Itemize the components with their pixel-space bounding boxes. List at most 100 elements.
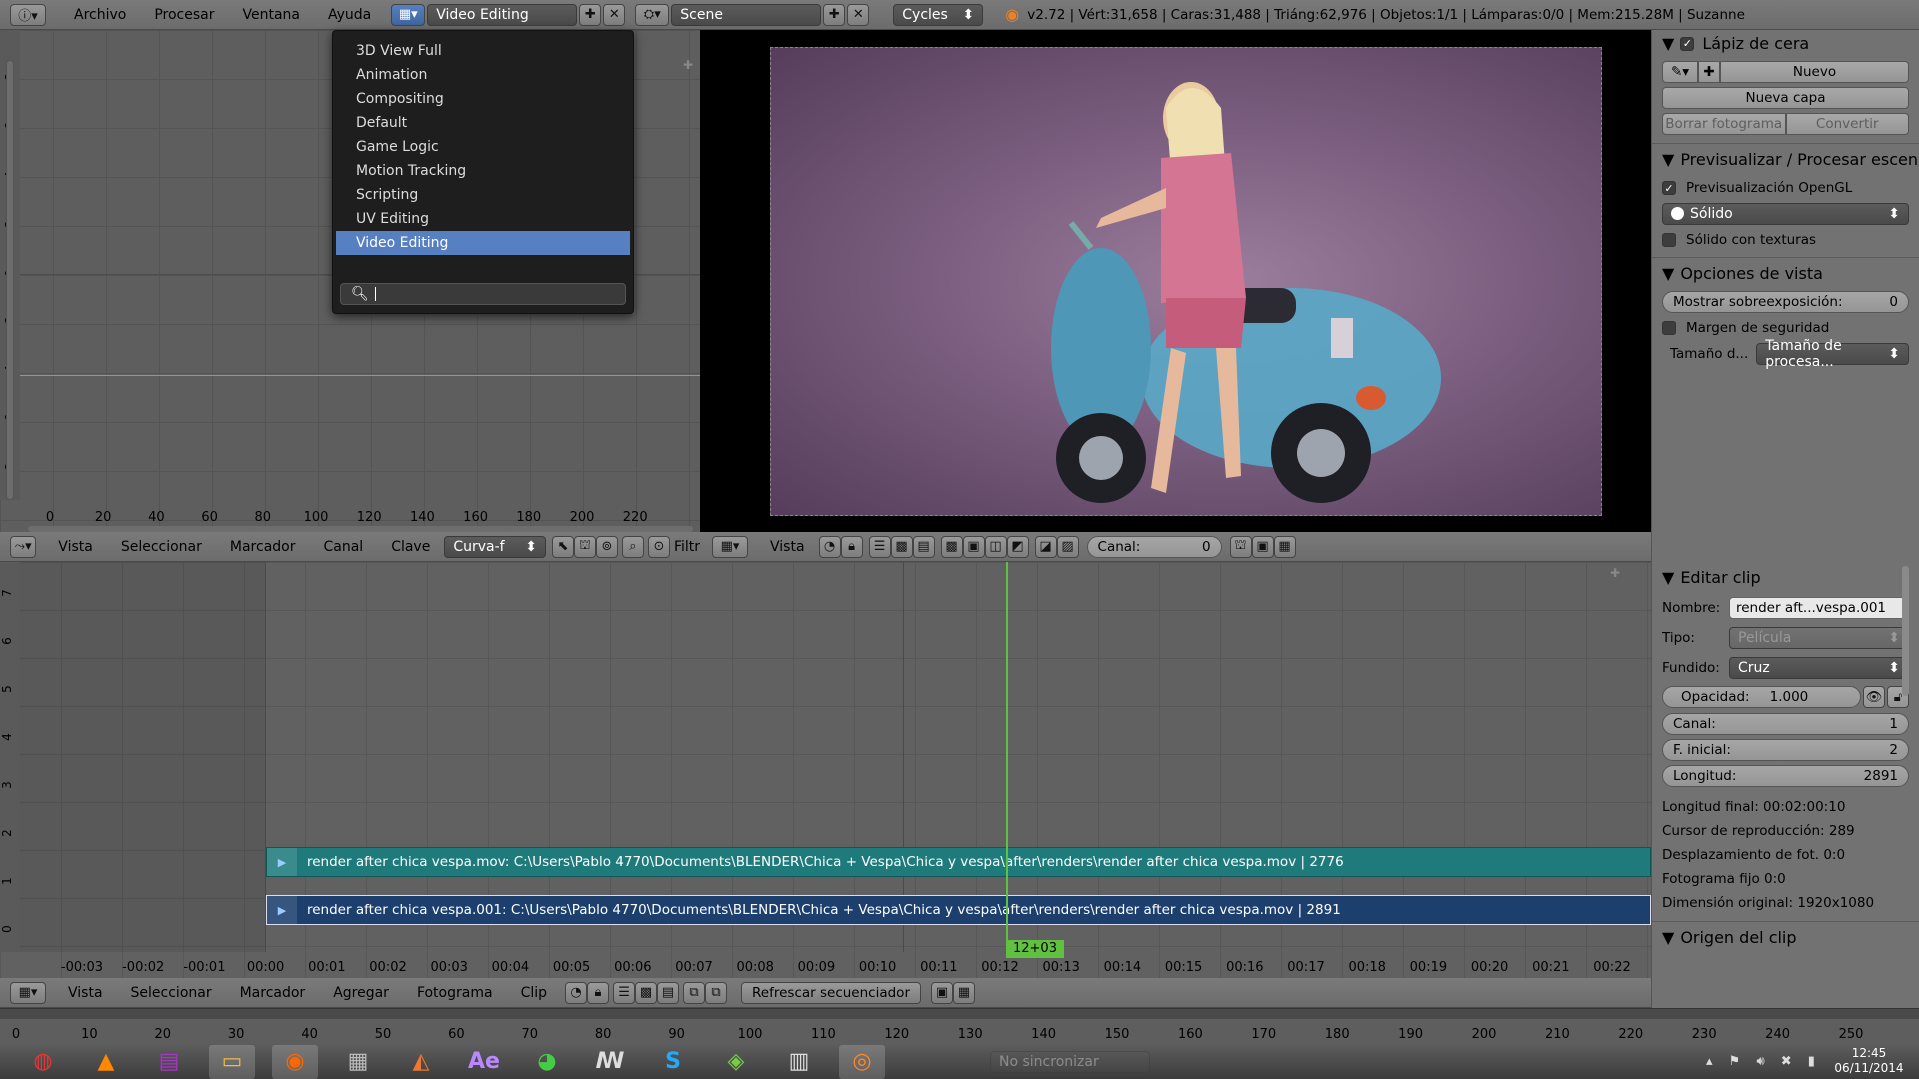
- screen-layout-field[interactable]: Video Editing: [427, 3, 578, 26]
- refresh-sequencer-button[interactable]: Refrescar secuenciador: [741, 981, 922, 1004]
- blender-app-icon[interactable]: ◎: [839, 1044, 885, 1079]
- strip-channel-field[interactable]: Canal: 1: [1662, 713, 1909, 735]
- proxy-size-select[interactable]: Tamaño de procesa... ⬍: [1756, 338, 1909, 370]
- grease-new-button[interactable]: Nuevo: [1720, 61, 1909, 83]
- split-icon[interactable]: ▤: [912, 535, 935, 558]
- strip-start-field[interactable]: F. inicial: 2: [1662, 739, 1909, 761]
- chrome-app-icon[interactable]: ◍: [20, 1045, 66, 1079]
- overlay-icon[interactable]: ◔: [818, 535, 841, 558]
- menu-procesar[interactable]: Procesar: [140, 7, 228, 23]
- textured-solid-checkbox[interactable]: [1662, 233, 1676, 247]
- ghost-icon[interactable]: ⛫: [573, 535, 596, 558]
- opacity-field[interactable]: Opacidad: 1.000: [1662, 686, 1861, 708]
- strip-name-input[interactable]: render aft...vespa.001: [1729, 597, 1909, 619]
- seq-split-icon[interactable]: ▤: [657, 981, 680, 1004]
- layout-option[interactable]: Motion Tracking: [336, 159, 630, 183]
- layout-option[interactable]: Compositing: [336, 87, 630, 111]
- filter-label[interactable]: Filtr: [674, 539, 700, 555]
- zoom-icon[interactable]: ⌕: [621, 535, 644, 558]
- explorer-app-icon[interactable]: ▭: [209, 1044, 255, 1079]
- layout-option[interactable]: Animation: [336, 63, 630, 87]
- display-channels-icon[interactable]: ▩: [940, 535, 963, 558]
- graph-menu-clave[interactable]: Clave: [377, 539, 444, 555]
- area-split-plus-icon[interactable]: ✚: [681, 58, 695, 72]
- scene-field[interactable]: Scene: [671, 3, 822, 26]
- matlab-app-icon[interactable]: ◭: [398, 1045, 444, 1079]
- graph-scrollbar-v[interactable]: [6, 60, 14, 500]
- layout-option[interactable]: Game Logic: [336, 135, 630, 159]
- sequencer-strip[interactable]: ▶ render after chica vespa.001: C:\Users\…: [266, 895, 1651, 925]
- add-scene-button[interactable]: ✚: [823, 3, 846, 26]
- channels-icon[interactable]: ▨: [1056, 535, 1079, 558]
- layout-option[interactable]: Video Editing: [336, 231, 630, 255]
- graph-editor-type-button[interactable]: ⤳▾: [10, 535, 37, 558]
- sequencer-area[interactable]: 7 6 5 4 3 2 1 0 ▶ render after chica vespa.mov: …: [0, 562, 1651, 978]
- view-mode-icon[interactable]: ☰: [868, 535, 891, 558]
- layout-option[interactable]: Default: [336, 111, 630, 135]
- overexposure-field[interactable]: Mostrar sobreexposición: 0: [1662, 291, 1909, 313]
- clock[interactable]: 12:45 06/11/2014: [1824, 1046, 1914, 1076]
- seq-menu-seleccionar[interactable]: Seleccionar: [117, 985, 226, 1001]
- remove-screen-button[interactable]: ✕: [603, 3, 626, 26]
- strip-source-header[interactable]: ▼ Origen del clip: [1652, 922, 1919, 953]
- canal-field[interactable]: Canal: 0: [1086, 535, 1222, 558]
- seq-menu-clip[interactable]: Clip: [507, 985, 561, 1001]
- shading-select[interactable]: Sólido ⬍: [1662, 203, 1909, 225]
- render-engine-select[interactable]: Cycles ⬍: [893, 3, 984, 26]
- pencil-icon-button[interactable]: ✎▾: [1662, 61, 1698, 83]
- render-anim-icon[interactable]: ▦: [953, 981, 976, 1004]
- add-screen-button[interactable]: ✚: [579, 3, 602, 26]
- paste-icon[interactable]: ⧉: [705, 981, 728, 1004]
- overlay-icon[interactable]: ◔: [565, 981, 588, 1004]
- seq-menu-agregar[interactable]: Agregar: [319, 985, 403, 1001]
- alpha-icon[interactable]: ◫: [984, 535, 1007, 558]
- pivot-icon[interactable]: ⊚: [595, 535, 618, 558]
- sequencer-strip[interactable]: ▶ render after chica vespa.mov: C:\Users\…: [266, 847, 1651, 877]
- sync-mode-select[interactable]: No sincronizar: [990, 1050, 1150, 1073]
- convert-button[interactable]: Convertir: [1785, 113, 1909, 135]
- lock-icon[interactable]: 🔒︎: [587, 981, 610, 1004]
- android-app-icon[interactable]: ◈: [713, 1045, 759, 1079]
- bear-app-icon[interactable]: ꟿ: [587, 1045, 633, 1079]
- sequencer-editor-type-button[interactable]: ▦▾: [10, 981, 46, 1004]
- preview-editor-type-button[interactable]: ▦▾: [712, 535, 748, 558]
- seq-menu-marcador[interactable]: Marcador: [226, 985, 320, 1001]
- menu-ayuda[interactable]: Ayuda: [314, 7, 385, 23]
- copy-icon[interactable]: ⧉: [683, 981, 706, 1004]
- scene-icon-button[interactable]: ⛭▾: [635, 3, 670, 26]
- skype-app-icon[interactable]: S: [650, 1045, 696, 1079]
- textured-solid-row[interactable]: Sólido con texturas: [1652, 227, 1919, 253]
- playhead-line[interactable]: [1006, 562, 1008, 950]
- menu-archivo[interactable]: Archivo: [60, 7, 140, 23]
- info-editor-type-button[interactable]: ⓘ▾: [10, 3, 46, 26]
- screen-layout-icon-button[interactable]: ▦▾: [391, 3, 426, 26]
- opengl-preview-row[interactable]: ✓ Previsualización OpenGL: [1652, 175, 1919, 201]
- seq-menu-fotograma[interactable]: Fotograma: [403, 985, 507, 1001]
- film-app-icon[interactable]: ▦: [335, 1045, 381, 1079]
- timeline-area[interactable]: 0 10 20 30 40 50 60 70 80 90 100 110 120 130 140 150 160…: [0, 1008, 1919, 1044]
- grease-pencil-header[interactable]: ▼ ✓ Lápiz de cera: [1652, 30, 1919, 59]
- graph-mode-select[interactable]: Curva-f ⬍: [444, 535, 546, 558]
- firefox-app-icon[interactable]: ◉: [272, 1044, 318, 1079]
- sequencer-preview-area[interactable]: [700, 30, 1651, 532]
- grease-enable-checkbox[interactable]: ✓: [1680, 36, 1695, 51]
- visibility-eye-icon[interactable]: 👁︎: [1863, 686, 1885, 708]
- layout-search-field[interactable]: 🔍︎: [340, 283, 626, 305]
- graph-menu-vista[interactable]: Vista: [44, 539, 107, 555]
- graph-menu-marcador[interactable]: Marcador: [216, 539, 310, 555]
- opengl-checkbox[interactable]: ✓: [1662, 181, 1676, 195]
- color-icon[interactable]: ▣: [962, 535, 985, 558]
- edit-strip-header[interactable]: ▼ Editar clip: [1652, 562, 1919, 593]
- safe-margin-checkbox[interactable]: [1662, 321, 1676, 335]
- lock-icon[interactable]: 🔒︎: [840, 535, 863, 558]
- render-still-icon[interactable]: ▣: [1251, 535, 1274, 558]
- proxy-icon[interactable]: ⛫: [1229, 535, 1252, 558]
- render-still-icon[interactable]: ▣: [931, 981, 954, 1004]
- clipboard-app-icon[interactable]: ▥: [776, 1045, 822, 1079]
- strip-handle-icon[interactable]: ▶: [267, 848, 297, 876]
- area-split-plus-icon[interactable]: ✚: [1608, 566, 1622, 580]
- add-pencil-icon[interactable]: ✚: [1698, 61, 1720, 83]
- seq-view-icon[interactable]: ☰: [613, 981, 636, 1004]
- graph-menu-seleccionar[interactable]: Seleccionar: [107, 539, 216, 555]
- strip-handle-icon[interactable]: ▶: [267, 896, 297, 924]
